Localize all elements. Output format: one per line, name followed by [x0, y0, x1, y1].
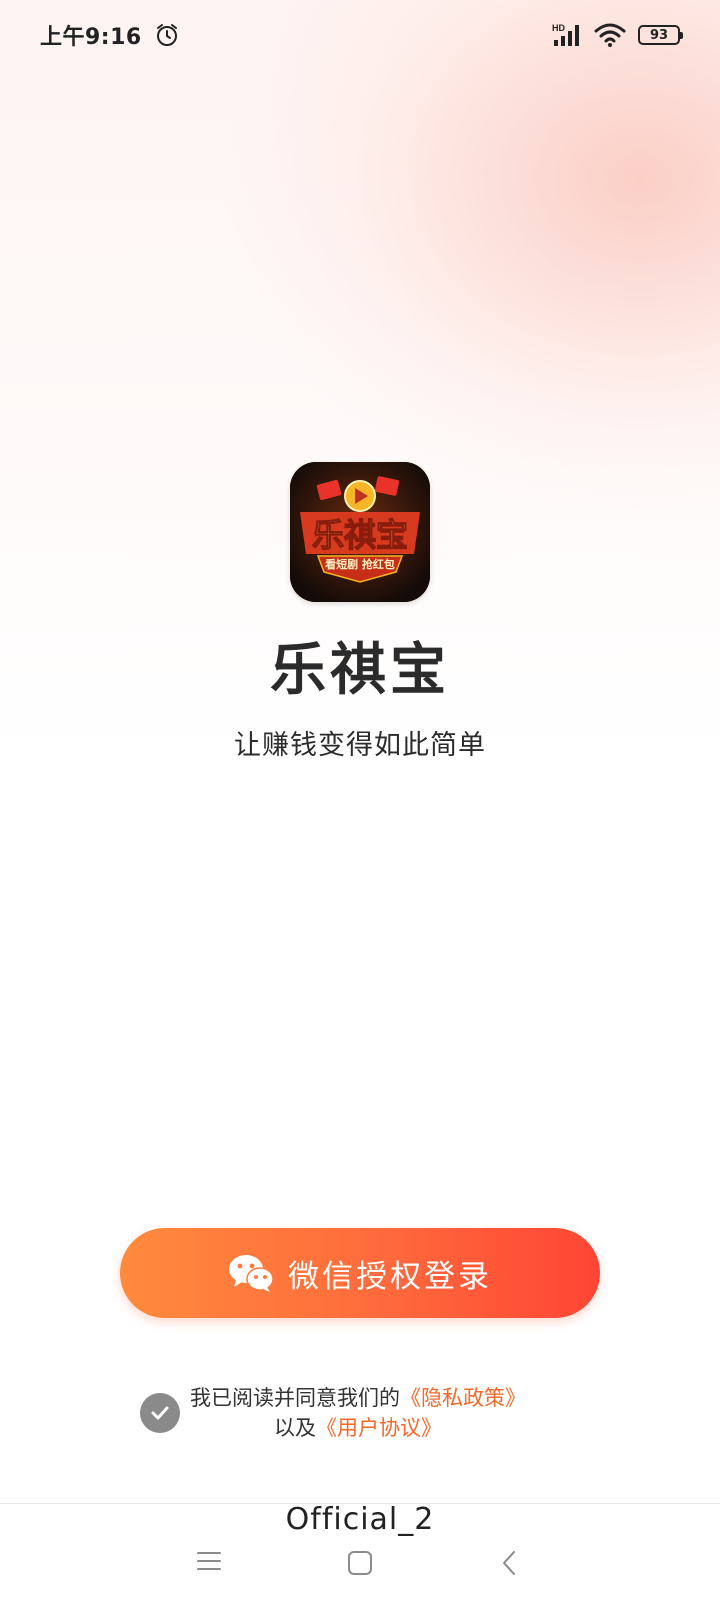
app-name: 乐祺宝	[270, 638, 450, 703]
agreement-middle: 以及	[274, 1416, 316, 1440]
check-icon	[151, 1406, 169, 1420]
alarm-icon	[154, 22, 180, 48]
agreement-row: 我已阅读并同意我们的《隐私政策》 以及《用户协议》	[140, 1383, 600, 1443]
battery-icon: 93	[638, 25, 683, 45]
status-bar: 上午9:16 HD 93	[0, 0, 720, 70]
status-time: 上午9:16	[40, 25, 142, 50]
wifi-icon	[594, 22, 626, 48]
back-icon[interactable]	[500, 1550, 518, 1576]
agreement-text: 我已阅读并同意我们的《隐私政策》 以及《用户协议》	[190, 1383, 526, 1443]
cellular-signal-icon: HD	[552, 22, 582, 48]
menu-icon[interactable]	[196, 1550, 222, 1572]
logo-title: 乐祺宝	[312, 516, 408, 554]
logo-banner: 看短剧 抢红包	[325, 557, 395, 571]
home-icon[interactable]	[347, 1550, 373, 1576]
agreement-checkbox[interactable]	[140, 1393, 180, 1433]
wechat-login-label: 微信授权登录	[288, 1258, 492, 1295]
wechat-login-button[interactable]: 微信授权登录	[120, 1228, 600, 1318]
wechat-icon	[228, 1253, 274, 1293]
status-right: HD 93	[552, 22, 683, 48]
status-left: 上午9:16	[40, 19, 180, 51]
agreement-prefix: 我已阅读并同意我们的	[190, 1386, 400, 1410]
battery-level: 93	[649, 27, 669, 43]
navigation-bar	[0, 1530, 720, 1590]
app-logo: 乐祺宝 看短剧 抢红包	[290, 462, 430, 602]
privacy-policy-link[interactable]: 《隐私政策》	[400, 1386, 526, 1410]
user-agreement-link[interactable]: 《用户协议》	[316, 1416, 442, 1440]
app-slogan: 让赚钱变得如此简单	[234, 730, 486, 761]
hd-label: HD	[552, 23, 565, 33]
